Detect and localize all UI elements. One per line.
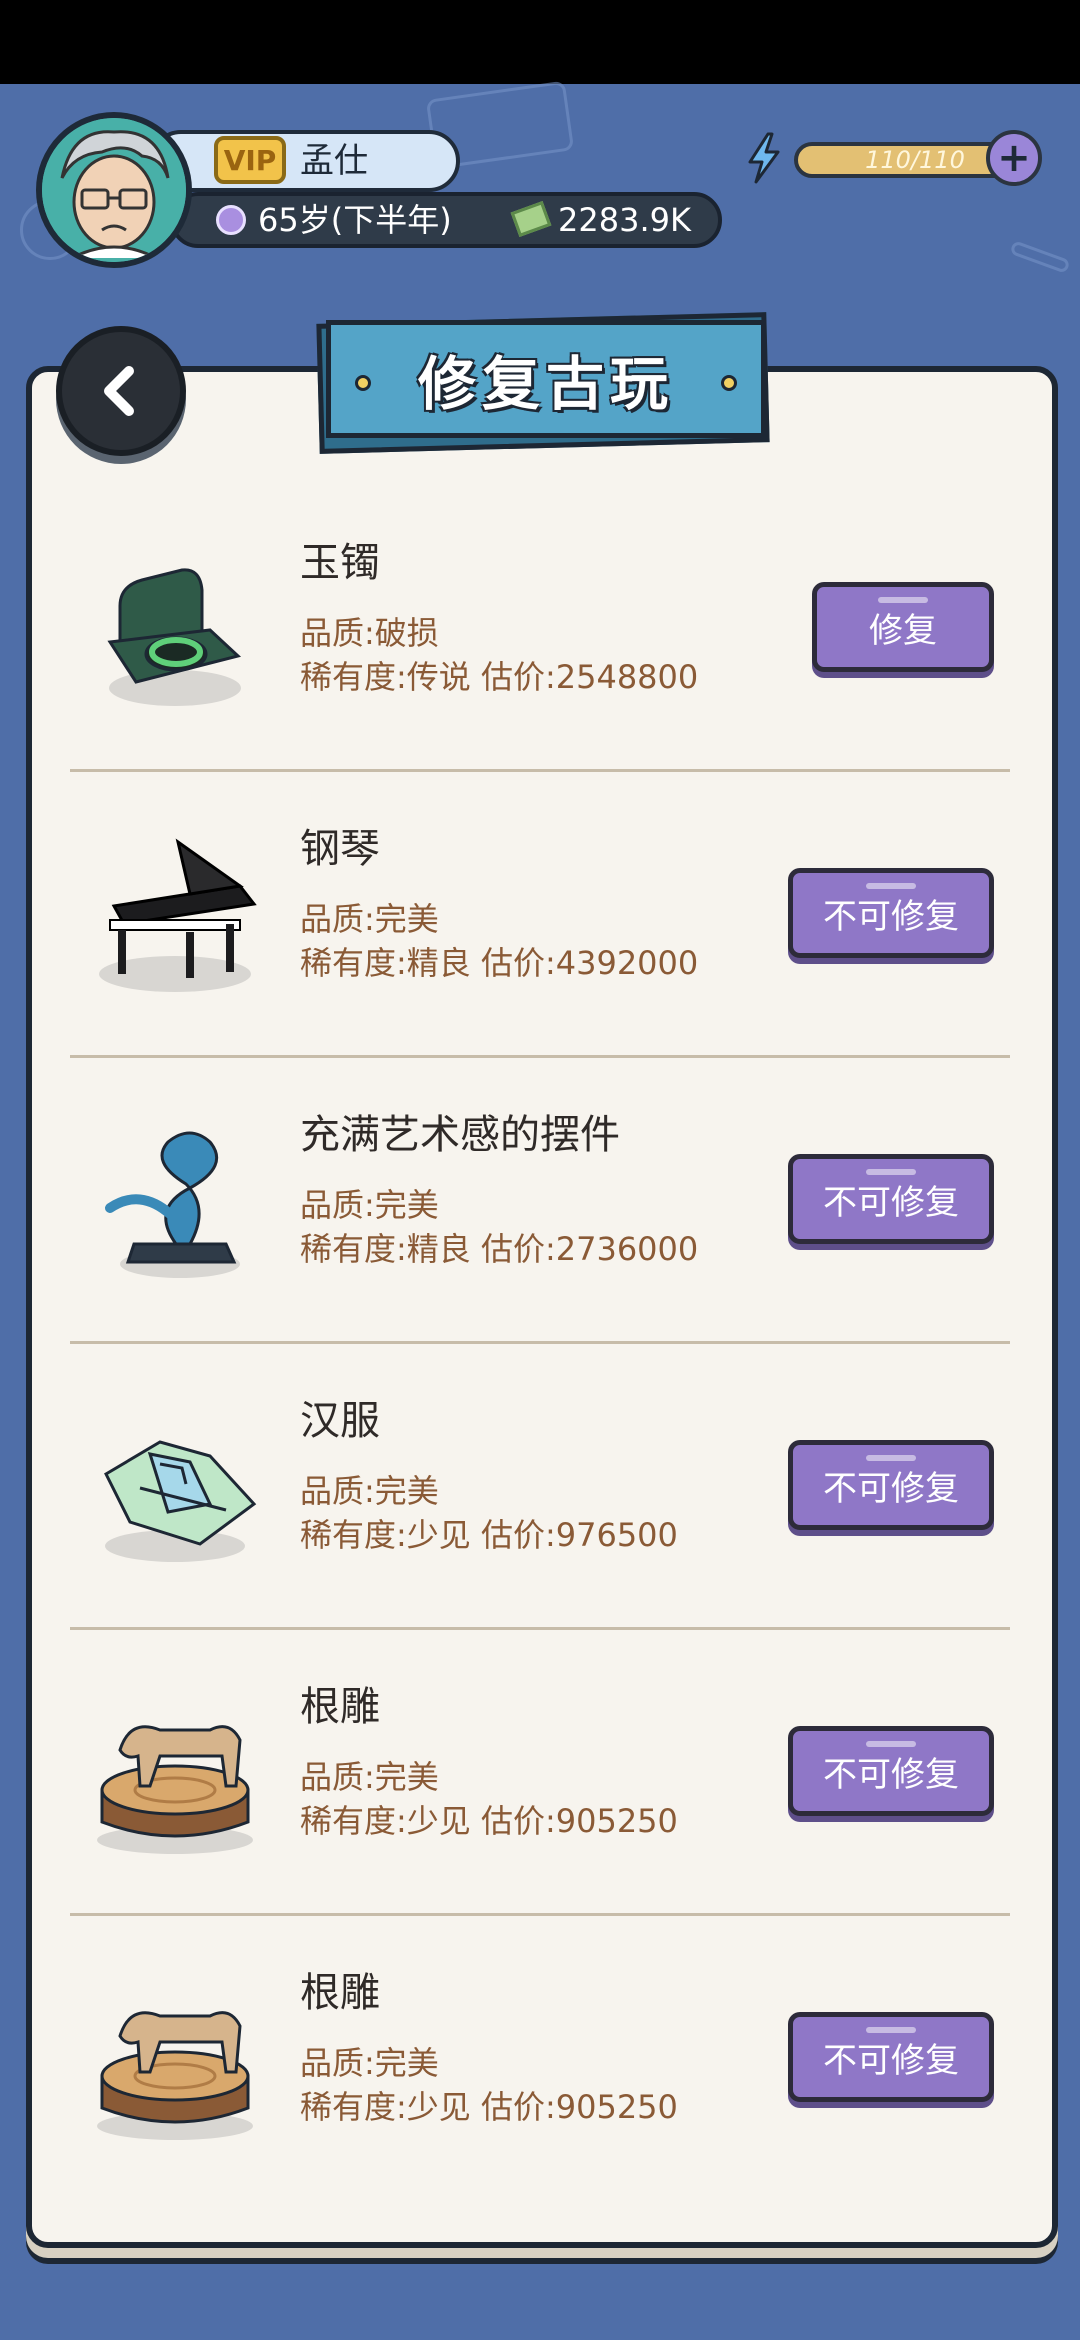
list-item: 汉服 品质:完美 稀有度:少见 估价:976500 不可修复 [70,1344,1010,1630]
repair-button[interactable]: 修复 [812,582,994,672]
not-repairable-button[interactable]: 不可修复 [788,2012,994,2102]
not-repairable-button[interactable]: 不可修复 [788,868,994,958]
list-item: 根雕 品质:完美 稀有度:少见 估价:905250 不可修复 [70,1630,1010,1916]
item-name: 汉服 [300,1398,380,1444]
item-rarity-price: 稀有度:传说 估价:2548800 [300,658,699,696]
not-repairable-button[interactable]: 不可修复 [788,1440,994,1530]
item-rarity-price: 稀有度:少见 估价:905250 [300,2088,678,2126]
item-quality: 品质:破损 [300,614,439,652]
item-quality: 品质:完美 [300,1472,439,1510]
item-name: 充满艺术感的摆件 [300,1112,620,1158]
avatar-portrait [42,118,186,262]
player-name: 孟仕 [300,141,368,181]
energy-value: 110/110 [865,146,965,174]
add-energy-button[interactable]: + [986,130,1042,186]
list-item: 根雕 品质:完美 稀有度:少见 估价:905250 不可修复 [70,1916,1010,2202]
background-doodle [1009,240,1071,274]
root-carving-image [97,2011,253,2140]
item-quality: 品质:完美 [300,1186,439,1224]
plus-icon: + [997,135,1031,181]
list-item: 玉镯 品质:破损 稀有度:传说 估价:2548800 修复 [70,486,1010,772]
list-item: 充满艺术感的摆件 品质:完美 稀有度:精良 估价:2736000 不可修复 [70,1058,1010,1344]
vip-badge: VIP [214,136,286,184]
item-rarity-price: 稀有度:少见 估价:905250 [300,1802,678,1840]
item-quality: 品质:完美 [300,1758,439,1796]
not-repairable-button[interactable]: 不可修复 [788,1726,994,1816]
chevron-left-icon [104,366,134,416]
list-item: 钢琴 品质:完美 稀有度:精良 估价:4392000 不可修复 [70,772,1010,1058]
hanfu-image [104,1440,257,1562]
piano-image [99,838,257,992]
status-bar [0,0,1080,84]
banner-pin [355,375,371,391]
item-quality: 品质:完美 [300,900,439,938]
banner-pin [721,375,737,391]
item-quality: 品质:完美 [300,2044,439,2082]
jade-bracelet-image [107,568,242,706]
lightning-icon [748,132,780,184]
player-age: 65岁(下半年) [258,201,452,239]
clock-icon [216,205,246,235]
item-rarity-price: 稀有度:少见 估价:976500 [300,1516,678,1554]
art-ornament-image [105,1131,240,1278]
item-name: 玉镯 [300,540,380,586]
item-rarity-price: 稀有度:精良 估价:2736000 [300,1230,699,1268]
item-name: 根雕 [300,1684,380,1730]
root-carving-image [97,1725,253,1854]
player-cash: 2283.9K [558,201,691,239]
item-name: 钢琴 [300,826,380,872]
item-name: 根雕 [300,1970,380,2016]
title-banner: 修复古玩 [326,320,766,438]
not-repairable-button[interactable]: 不可修复 [788,1154,994,1244]
back-button[interactable] [56,326,186,456]
player-avatar[interactable] [36,112,192,268]
panel-title: 修复古玩 [417,350,674,418]
item-rarity-price: 稀有度:精良 估价:4392000 [300,944,699,982]
